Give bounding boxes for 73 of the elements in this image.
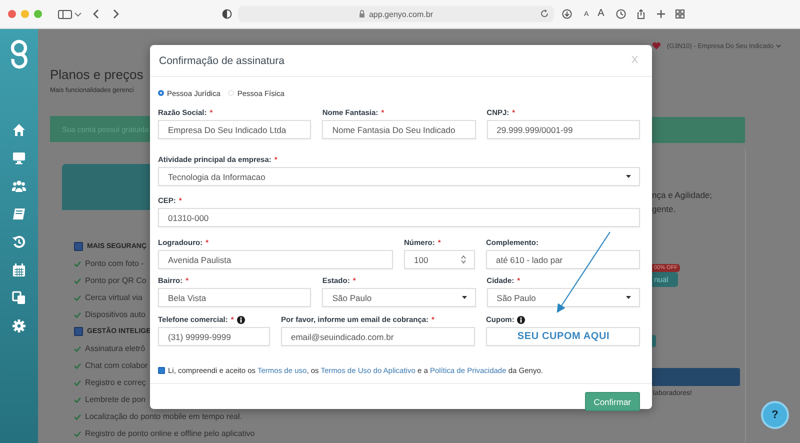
select-field[interactable]: São Paulo [486,288,640,307]
caret-icon [776,44,781,48]
checkbox[interactable] [74,242,83,251]
coupon-field[interactable]: SEU CUPOM AQUI [486,327,640,346]
check-icon [74,380,81,386]
calendar-icon[interactable] [12,263,26,277]
feature-text: Lembrete de pon [85,395,146,404]
input-field[interactable]: Bela Vista [158,288,312,307]
input-field[interactable]: Empresa Do Seu Indicado Ltda [158,120,312,139]
check-icon [74,260,81,266]
input-field[interactable]: até 610 - lado par [486,250,640,269]
input-field[interactable]: 01310-000 [158,208,640,227]
shield-icon[interactable] [222,9,232,19]
plan-description: nça e Agilidade; [652,189,714,202]
heart-icon [652,42,661,50]
check-icon [74,362,81,368]
check-icon [74,430,81,436]
feature-text: Registro e correç [85,378,146,387]
settings-icon[interactable] [12,319,26,333]
logo-icon [8,39,30,69]
feature-text: Assinatura eletrô [85,344,146,353]
caret-icon [626,296,631,299]
share-icon[interactable] [636,9,646,19]
monitor-icon[interactable] [12,151,26,165]
feature-text: Ponto com foto - [85,259,144,268]
tabs-icon[interactable] [675,9,686,19]
forward-icon[interactable] [111,9,121,19]
input-field[interactable]: (31) 99999-9999 [158,327,270,346]
copy-icon[interactable] [12,291,26,305]
feature-text: Registro de ponto online e offline pelo aplicativo [85,429,255,438]
page-title: Planos e preços [50,67,144,82]
check-icon [74,312,81,318]
users-icon[interactable] [12,179,26,193]
check-icon [74,278,81,284]
book-icon[interactable] [12,207,26,221]
reload-icon[interactable] [540,9,549,18]
terms-checkbox[interactable] [158,366,165,374]
select-field[interactable]: São Paulo [322,288,476,307]
new-tab-icon[interactable] [656,9,666,19]
select-field[interactable]: Tecnologia da Informacao [158,167,640,186]
url-text: app.genyo.com.br [368,10,434,18]
close-window-button[interactable] [8,10,16,18]
plan-description: gente. [652,203,677,216]
radio-button[interactable] [158,90,164,96]
input-field[interactable]: Nome Fantasia Do Seu Indicado [322,120,476,139]
caret-icon [462,296,467,299]
help-button[interactable]: ? [761,401,789,429]
check-icon [74,396,81,402]
home-icon[interactable] [12,123,26,137]
spinner-icon [461,255,466,264]
number-field[interactable]: 100 [404,250,475,269]
address-bar[interactable]: app.genyo.com.br [238,6,554,22]
check-icon [74,414,81,420]
checkbox[interactable] [74,327,83,336]
feature-text: Localização do ponto mobile em tempo real. [85,412,242,421]
feature-text: Chat com colabor [85,361,148,370]
feature-text: Dispositivos auto [85,310,146,319]
history-icon[interactable] [12,235,26,249]
caret-icon [626,175,631,178]
feature-text: Cerca virtual via [85,293,142,302]
download-icon[interactable] [562,9,572,19]
increase-text-button[interactable]: A [598,9,604,19]
modal-title: Confirmação de assinatura [159,54,284,66]
input-field[interactable]: email@seuindicado.com.br [281,327,475,346]
feature-text: Ponto por QR Co [85,276,146,285]
input-field[interactable]: 29.999.999/0001-99 [486,120,640,139]
back-icon[interactable] [91,9,101,19]
input-field[interactable]: Avenida Paulista [158,250,393,269]
check-icon [74,294,81,300]
clock-icon[interactable] [616,9,626,19]
check-icon [74,346,81,352]
lock-icon [358,10,365,18]
sidebar-toggle-icon[interactable] [58,9,72,19]
